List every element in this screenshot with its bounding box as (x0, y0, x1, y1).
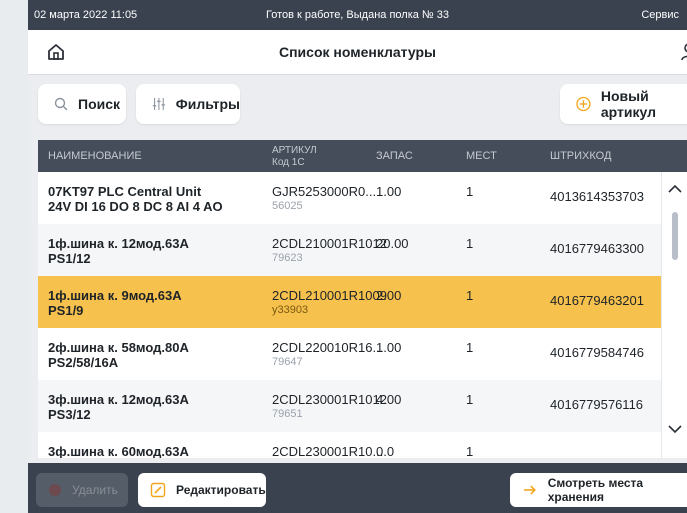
table-header: НАИМЕНОВАНИЕ АРТИКУЛ Код 1С ЗАПАС МЕСТ Ш… (38, 140, 687, 172)
row-article-value: GJR5253000R0... (272, 184, 377, 199)
row-article-value: 2CDL210001R1012 (272, 236, 387, 251)
row-places: 1 (466, 236, 474, 251)
row-article-value: 2CDL230001R1012 (272, 392, 387, 407)
row-barcode: 4016779463201 (550, 293, 644, 308)
row-name: 1ф.шина к. 12мод.63A PS1/12 (48, 236, 189, 266)
status-message: Готов к работе, Выдана полка № 33 (265, 9, 450, 21)
row-name-line2: PS3/12 (48, 407, 91, 422)
row-code: у33903 (272, 304, 309, 316)
row-stock: 1.00 (376, 184, 402, 199)
filters-button[interactable]: Фильтры (136, 84, 240, 124)
row-barcode: 4016779463300 (550, 241, 644, 256)
search-icon (54, 97, 68, 111)
user-icon[interactable] (679, 42, 687, 62)
row-stock: 0.0 (376, 444, 395, 458)
row-barcode: 4013614353703 (550, 189, 644, 204)
header-article: АРТИКУЛ Код 1С (272, 145, 317, 169)
new-article-button[interactable]: Новый артикул (560, 84, 687, 124)
row-name-line1: 1ф.шина к. 9мод.63A (48, 288, 182, 303)
row-article: 2CDL230001R1012 79651 (272, 392, 387, 422)
row-name-line2: 24V DI 16 DO 8 DC 8 AI 4 AO (48, 199, 223, 214)
row-article-value: 2CDL220010R16... (272, 340, 384, 355)
app-bar: Список номенклатуры (28, 30, 687, 75)
status-service: Сервис (641, 9, 679, 21)
header-article-label: АРТИКУЛ (272, 145, 317, 156)
page-title: Список номенклатуры (278, 44, 436, 60)
row-places: 1 (466, 340, 474, 355)
toolbar: Поиск Фильтры Новый артикул (28, 74, 687, 140)
row-name-line1: 3ф.шина к. 60мод.63A (48, 444, 189, 458)
row-code: 79651 (272, 408, 303, 420)
row-name: 3ф.шина к. 12мод.63A PS3/12 (48, 392, 189, 422)
table-row[interactable]: 07KT97 PLC Central Unit 24V DI 16 DO 8 DC… (38, 172, 687, 224)
row-places: 1 (466, 288, 474, 303)
row-code: 79647 (272, 356, 303, 368)
table-row[interactable]: 1ф.шина к. 12мод.63A PS1/12 2CDL210001R10… (38, 224, 687, 276)
app-frame: 02 марта 2022 11:05 Готов к работе, Выда… (28, 0, 687, 513)
chevron-up-icon[interactable] (666, 180, 684, 198)
row-article: 2CDL220010R16... 79647 (272, 340, 383, 370)
delete-circle-icon (49, 484, 61, 496)
edit-button[interactable]: Редактировать (138, 473, 266, 507)
row-code: 79623 (272, 252, 303, 264)
row-barcode: 4016779584746 (550, 345, 644, 360)
table-row[interactable]: 2ф.шина к. 58мод.80A PS2/58/16A 2CDL22001… (38, 328, 687, 380)
row-article-value: 2CDL210001R1009 (272, 288, 387, 303)
header-name: НАИМЕНОВАНИЕ (48, 150, 142, 162)
row-article: 2CDL210001R1012 79623 (272, 236, 387, 266)
row-name-line2: PS1/9 (48, 303, 84, 318)
row-code: 56025 (272, 200, 303, 212)
row-article-value: 2CDL230001R10... (272, 444, 384, 458)
bottom-action-bar: Удалить Редактировать Смотреть места хра… (28, 463, 687, 513)
delete-button[interactable]: Удалить (36, 473, 128, 507)
header-stock: ЗАПАС (376, 150, 413, 162)
row-name-line2: PS2/58/16A (48, 355, 119, 370)
row-name-line1: 1ф.шина к. 12мод.63A (48, 236, 189, 251)
row-stock: 20.00 (376, 236, 409, 251)
delete-label: Удалить (72, 483, 118, 497)
row-places: 1 (466, 444, 474, 458)
scrollbar-thumb[interactable] (672, 212, 678, 260)
row-stock: 1.00 (376, 340, 402, 355)
row-name: 07KT97 PLC Central Unit 24V DI 16 DO 8 DC… (48, 184, 223, 214)
table-row[interactable]: 3ф.шина к. 12мод.63A PS3/12 2CDL230001R10… (38, 380, 687, 432)
filter-sliders-icon (152, 97, 165, 111)
row-article: 2CDL210001R1009 у33903 (272, 288, 387, 318)
row-places: 1 (466, 184, 474, 199)
view-storage-label: Смотреть места хранения (547, 476, 644, 504)
edit-pencil-icon (150, 482, 166, 498)
status-bar: 02 марта 2022 11:05 Готов к работе, Выда… (28, 0, 687, 30)
row-name: 2ф.шина к. 58мод.80A PS2/58/16A (48, 340, 189, 370)
chevron-down-icon[interactable] (666, 420, 684, 438)
view-storage-button[interactable]: Смотреть места хранения (510, 473, 687, 507)
table-row-selected[interactable]: 1ф.шина к. 9мод.63A PS1/9 2CDL210001R1009… (38, 276, 687, 328)
new-article-label: Новый артикул (600, 88, 656, 120)
header-places: МЕСТ (466, 150, 497, 162)
table-row[interactable]: 3ф.шина к. 60мод.63A 2CDL230001R10... 0.… (38, 432, 687, 458)
row-article: 2CDL230001R10... (272, 444, 383, 458)
edit-label: Редактировать (176, 483, 266, 497)
scrollbar[interactable] (661, 172, 687, 458)
header-barcode: ШТРИХКОД (550, 150, 612, 162)
arrow-right-icon (523, 485, 536, 495)
row-name-line2: PS1/12 (48, 251, 91, 266)
search-label: Поиск (78, 96, 121, 112)
row-barcode: 4016779576116 (550, 397, 644, 412)
row-stock: 2.00 (376, 288, 402, 303)
row-article: GJR5253000R0... 56025 (272, 184, 376, 214)
row-name-line1: 3ф.шина к. 12мод.63A (48, 392, 189, 407)
row-name-line1: 07KT97 PLC Central Unit (48, 184, 202, 199)
row-name: 1ф.шина к. 9мод.63A PS1/9 (48, 288, 182, 318)
table-body: 07KT97 PLC Central Unit 24V DI 16 DO 8 DC… (38, 172, 687, 458)
header-article-sub: Код 1С (272, 157, 305, 168)
row-places: 1 (466, 392, 474, 407)
row-name: 3ф.шина к. 60мод.63A (48, 444, 189, 458)
search-button[interactable]: Поиск (38, 84, 126, 124)
row-stock: 4.00 (376, 392, 402, 407)
plus-circle-icon (576, 96, 591, 112)
filters-label: Фильтры (175, 96, 240, 112)
row-name-line1: 2ф.шина к. 58мод.80A (48, 340, 189, 355)
